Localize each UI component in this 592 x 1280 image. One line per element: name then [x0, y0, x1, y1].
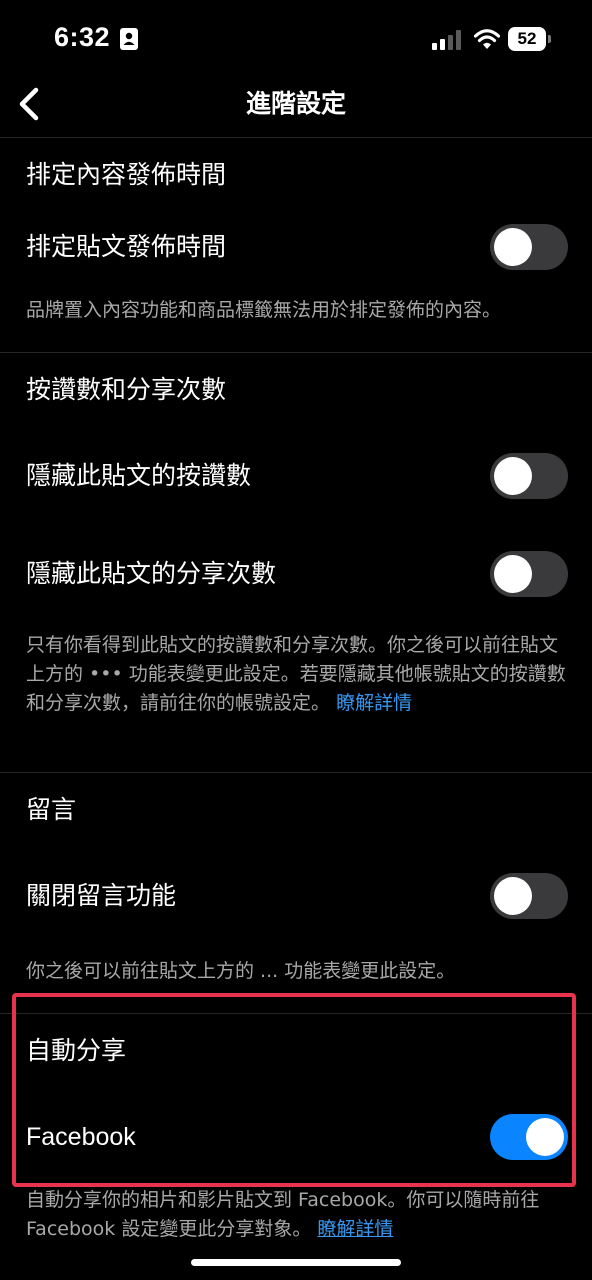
divider — [0, 772, 592, 773]
battery-tip — [548, 35, 551, 43]
nav-bar: 進階設定 — [0, 72, 592, 136]
likes-learn-more-link[interactable]: 瞭解詳情 — [336, 692, 412, 714]
auto-share-helper-text: 自動分享你的相片和影片貼文到 Facebook。你可以隨時前往 Facebook… — [26, 1186, 566, 1244]
toggle-knob — [494, 555, 532, 593]
battery-icon: 52 — [508, 27, 552, 51]
schedule-helper-text: 品牌置入內容功能和商品標籤無法用於排定發佈的內容。 — [26, 299, 502, 321]
auto-share-learn-more-link[interactable]: 瞭解詳情 — [317, 1218, 393, 1240]
toggle-knob — [494, 877, 532, 915]
home-indicator[interactable] — [191, 1259, 401, 1266]
page-title: 進階設定 — [245, 89, 346, 118]
likes-helper-text: 只有你看得到此貼文的按讚數和分享次數。你之後可以前往貼文上方的 ••• 功能表變… — [26, 631, 566, 718]
turn-off-comments-label: 關閉留言功能 — [26, 881, 177, 910]
schedule-post-toggle[interactable] — [490, 224, 568, 270]
wifi-icon — [473, 28, 501, 50]
battery-level: 52 — [508, 27, 546, 51]
highlight-box — [12, 993, 576, 1187]
auto-share-helper-body: 自動分享你的相片和影片貼文到 Facebook。你可以隨時前往 Facebook… — [26, 1189, 540, 1240]
hide-likes-label: 隱藏此貼文的按讚數 — [26, 461, 252, 490]
divider — [0, 137, 592, 138]
divider — [0, 352, 592, 353]
status-time: 6:32 — [54, 22, 111, 52]
signal-icon — [432, 30, 464, 50]
schedule-post-label: 排定貼文發佈時間 — [26, 232, 227, 261]
comments-helper-text: 你之後可以前往貼文上方的 ... 功能表變更此設定。 — [26, 960, 456, 982]
hide-shares-toggle[interactable] — [490, 551, 568, 597]
toggle-knob — [494, 457, 532, 495]
hide-likes-toggle[interactable] — [490, 453, 568, 499]
person-badge-icon — [120, 28, 138, 50]
section-title-schedule: 排定內容發佈時間 — [26, 160, 227, 189]
likes-helper-body: 只有你看得到此貼文的按讚數和分享次數。你之後可以前往貼文上方的 ••• 功能表變… — [26, 634, 566, 714]
hide-shares-label: 隱藏此貼文的分享次數 — [26, 559, 277, 588]
turn-off-comments-toggle[interactable] — [490, 873, 568, 919]
section-title-comments: 留言 — [26, 795, 77, 824]
section-title-likes: 按讚數和分享次數 — [26, 375, 227, 404]
toggle-knob — [494, 228, 532, 266]
status-bar: 6:32 52 — [0, 0, 592, 80]
